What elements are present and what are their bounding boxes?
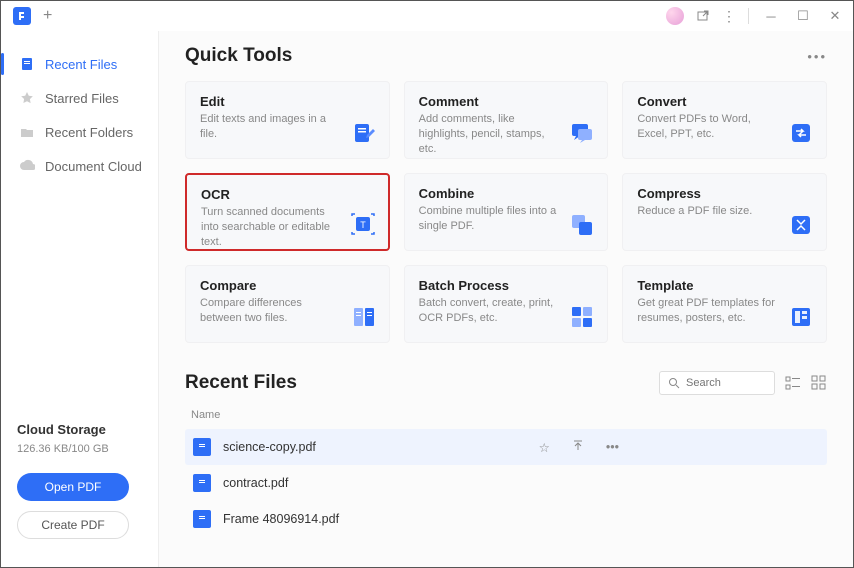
tool-title: Template (637, 278, 812, 293)
new-tab-button[interactable]: + (43, 7, 52, 25)
sidebar-item-label: Starred Files (45, 91, 119, 106)
file-row[interactable]: contract.pdf (185, 465, 827, 501)
tool-desc: Turn scanned documents into searchable o… (201, 205, 341, 250)
user-avatar[interactable] (666, 7, 684, 25)
cloud-storage-usage: 126.36 KB/100 GB (17, 443, 142, 455)
quick-tools-header: Quick Tools ••• (185, 45, 827, 67)
convert-icon (788, 120, 814, 146)
sidebar-item-label: Recent Files (45, 57, 117, 72)
tool-card-combine[interactable]: Combine Combine multiple files into a si… (404, 173, 609, 251)
external-link-icon[interactable] (696, 9, 710, 23)
comment-icon (569, 120, 595, 146)
quick-tools-title: Quick Tools (185, 45, 292, 67)
sidebar-item-label: Document Cloud (45, 159, 142, 174)
star-button[interactable]: ☆ (539, 440, 550, 455)
search-box[interactable] (659, 371, 775, 395)
tool-desc: Reduce a PDF file size. (637, 204, 777, 219)
tool-desc: Convert PDFs to Word, Excel, PPT, etc. (637, 112, 777, 142)
pdf-file-icon (193, 474, 211, 492)
compare-icon (351, 304, 377, 330)
view-grid-button[interactable] (811, 375, 827, 391)
tool-desc: Combine multiple files into a single PDF… (419, 204, 559, 234)
cloud-icon (19, 158, 35, 174)
tool-desc: Batch convert, create, print, OCR PDFs, … (419, 296, 559, 326)
tool-title: Comment (419, 94, 594, 109)
file-actions: ☆ ••• (539, 440, 819, 455)
sidebar-item-recent-folders[interactable]: Recent Folders (1, 115, 158, 149)
sidebar-nav: Recent Files Starred Files Recent Folder… (1, 31, 158, 183)
divider (748, 8, 749, 24)
pdf-file-icon (193, 510, 211, 528)
tool-card-batch-process[interactable]: Batch Process Batch convert, create, pri… (404, 265, 609, 343)
cloud-storage-title: Cloud Storage (17, 422, 142, 437)
upload-button[interactable] (572, 440, 584, 455)
tool-card-edit[interactable]: Edit Edit texts and images in a file. (185, 81, 390, 159)
search-input[interactable] (686, 377, 764, 389)
create-pdf-button[interactable]: Create PDF (17, 511, 129, 539)
titlebar: + ⋮ ─ ☐ ✕ (1, 1, 853, 31)
main-content: Quick Tools ••• Edit Edit texts and imag… (159, 31, 853, 567)
tool-title: Compare (200, 278, 375, 293)
sidebar-bottom: Cloud Storage 126.36 KB/100 GB Open PDF … (1, 408, 158, 567)
titlebar-right: ⋮ ─ ☐ ✕ (666, 7, 845, 25)
sidebar-item-document-cloud[interactable]: Document Cloud (1, 149, 158, 183)
recent-files-title: Recent Files (185, 372, 297, 394)
open-pdf-button[interactable]: Open PDF (17, 473, 129, 501)
tool-card-ocr[interactable]: OCR Turn scanned documents into searchab… (185, 173, 390, 251)
tool-desc: Edit texts and images in a file. (200, 112, 340, 142)
tool-desc: Get great PDF templates for resumes, pos… (637, 296, 777, 326)
titlebar-left: + (9, 7, 52, 25)
sidebar-item-starred-files[interactable]: Starred Files (1, 81, 158, 115)
tool-desc: Compare differences between two files. (200, 296, 340, 326)
star-icon (19, 90, 35, 106)
tool-desc: Add comments, like highlights, pencil, s… (419, 112, 559, 157)
tool-card-template[interactable]: Template Get great PDF templates for res… (622, 265, 827, 343)
compress-icon (788, 212, 814, 238)
sidebar-item-label: Recent Folders (45, 125, 133, 140)
tool-title: Combine (419, 186, 594, 201)
file-more-button[interactable]: ••• (606, 440, 619, 455)
window-close-button[interactable]: ✕ (825, 8, 845, 24)
sidebar-item-recent-files[interactable]: Recent Files (1, 47, 158, 81)
sidebar: Recent Files Starred Files Recent Folder… (1, 31, 159, 567)
file-icon (19, 56, 35, 72)
file-row[interactable]: Frame 48096914.pdf (185, 501, 827, 537)
menu-dots-icon[interactable]: ⋮ (722, 8, 736, 25)
app-logo-icon (13, 7, 31, 25)
tool-title: OCR (201, 187, 374, 202)
ocr-icon: T (350, 211, 376, 237)
file-row[interactable]: science-copy.pdf ☆ ••• (185, 429, 827, 465)
tool-card-convert[interactable]: Convert Convert PDFs to Word, Excel, PPT… (622, 81, 827, 159)
folder-icon (19, 124, 35, 140)
tool-card-comment[interactable]: Comment Add comments, like highlights, p… (404, 81, 609, 159)
tool-title: Convert (637, 94, 812, 109)
svg-text:T: T (360, 220, 366, 230)
pdf-file-icon (193, 438, 211, 456)
tool-title: Compress (637, 186, 812, 201)
file-name: contract.pdf (223, 476, 288, 490)
view-list-button[interactable] (785, 375, 801, 391)
quick-tools-more-button[interactable]: ••• (807, 49, 827, 64)
tool-card-compress[interactable]: Compress Reduce a PDF file size. (622, 173, 827, 251)
tools-grid: Edit Edit texts and images in a file. Co… (185, 81, 827, 343)
search-icon (668, 377, 680, 389)
recent-files-header: Recent Files (185, 371, 827, 395)
column-header-name: Name (185, 405, 827, 429)
batch-icon (569, 304, 595, 330)
file-name: Frame 48096914.pdf (223, 512, 339, 526)
tool-title: Edit (200, 94, 375, 109)
template-icon (788, 304, 814, 330)
tool-card-compare[interactable]: Compare Compare differences between two … (185, 265, 390, 343)
combine-icon (569, 212, 595, 238)
window-minimize-button[interactable]: ─ (761, 9, 781, 24)
tool-title: Batch Process (419, 278, 594, 293)
file-name: science-copy.pdf (223, 440, 316, 454)
recent-controls (659, 371, 827, 395)
edit-icon (351, 120, 377, 146)
window-maximize-button[interactable]: ☐ (793, 8, 813, 24)
